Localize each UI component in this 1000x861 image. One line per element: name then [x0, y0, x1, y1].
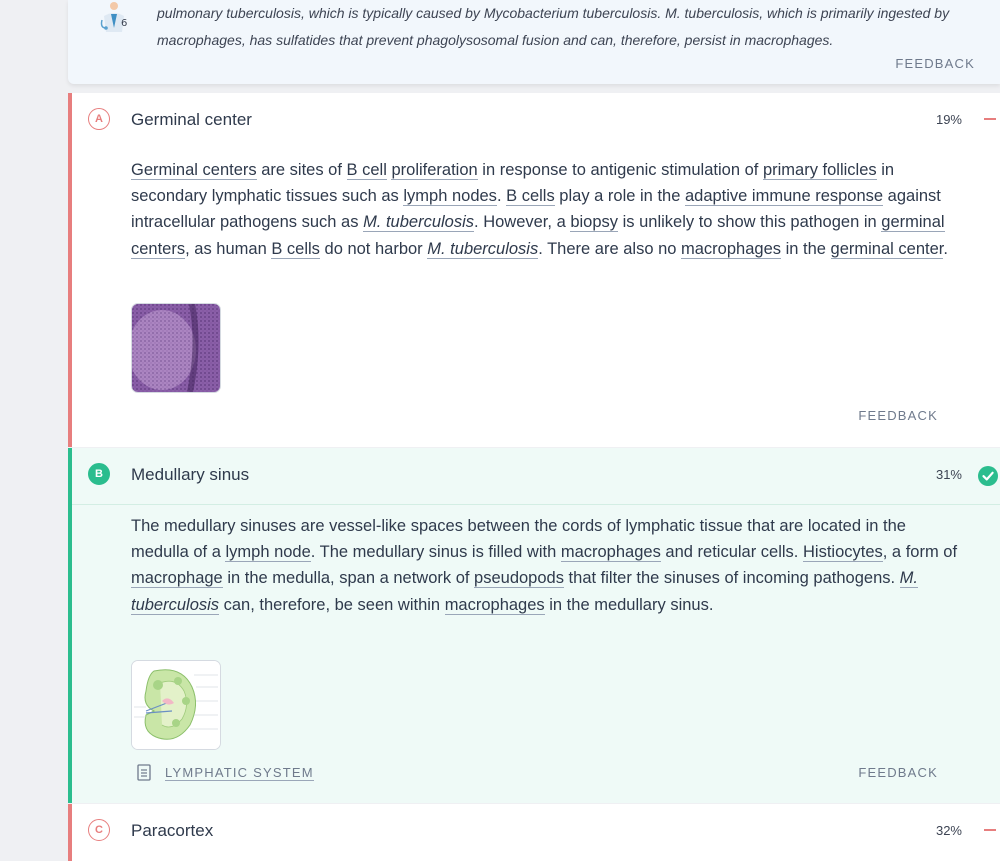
glossary-link[interactable]: Histiocytes	[802, 543, 883, 563]
glossary-link[interactable]: biopsy	[570, 213, 619, 233]
main-explanation-line: macrophages, has sulfatides that prevent…	[157, 32, 834, 48]
histology-image-thumbnail[interactable]	[131, 303, 221, 393]
glossary-link[interactable]: Germinal centers	[131, 161, 257, 180]
choice-letter-badge: A	[88, 108, 110, 130]
glossary-link[interactable]: M. tuberculosis	[363, 213, 475, 233]
minus-icon[interactable]	[984, 829, 996, 831]
answer-choice-b[interactable]: B Medullary sinus 31% The medullary sinu…	[68, 448, 1000, 803]
main-explanation-line: pulmonary tuberculosis, which is typical…	[157, 5, 950, 21]
answer-choice-header[interactable]: B Medullary sinus 31%	[72, 448, 1000, 505]
answer-choice-c[interactable]: C Paracortex 32%	[68, 804, 1000, 861]
glossary-link[interactable]: lymph node	[225, 543, 311, 563]
glossary-link[interactable]: macrophages	[444, 595, 545, 615]
lymph-node-diagram-image	[132, 661, 220, 749]
explanation-text: . There are also no	[538, 239, 682, 258]
explanation-text: in the medullary sinus.	[544, 595, 714, 614]
choice-percentage: 19%	[935, 112, 962, 127]
glossary-link[interactable]: M. tuberculosis	[427, 239, 539, 259]
answer-choice-header[interactable]: C Paracortex 32%	[72, 804, 1000, 860]
choice-letter-badge: B	[88, 463, 110, 485]
glossary-link[interactable]: B cell	[346, 161, 387, 180]
explanation-text: .	[496, 187, 507, 206]
explanation-text: in response to antigenic stimulation of	[477, 161, 763, 179]
choice-percentage: 32%	[935, 823, 962, 838]
choice-label: Germinal center	[131, 110, 252, 129]
glossary-link[interactable]: macrophages	[681, 239, 781, 259]
glossary-link[interactable]: macrophage	[131, 569, 223, 589]
answer-choice-a[interactable]: A Germinal center 19% Germinal centers a…	[68, 93, 1000, 447]
explanation-text: in the medulla, span a network of	[222, 569, 475, 588]
check-circle-icon	[978, 466, 998, 486]
glossary-link[interactable]: B cells	[271, 239, 320, 259]
glossary-link[interactable]: macrophages	[560, 543, 661, 563]
minus-icon[interactable]	[984, 118, 996, 120]
explanation-text: , as human	[185, 239, 272, 258]
choice-letter-badge: C	[88, 819, 110, 841]
explanation-text: are sites of	[256, 161, 347, 179]
explanation-text: play a role in the	[554, 187, 685, 206]
doctor-illustration-icon: 6	[100, 2, 127, 32]
explanation-text: , a form of	[882, 543, 958, 562]
explanation-text: that filter the sinuses of incoming path…	[563, 569, 900, 588]
choice-label: Medullary sinus	[131, 465, 250, 484]
glossary-link[interactable]: pseudopods	[474, 569, 564, 589]
explanation-text: can, therefore, be seen within	[219, 595, 445, 614]
choice-explanation: Germinal centers are sites of B cell pro…	[131, 157, 961, 262]
glossary-link[interactable]: proliferation	[391, 161, 478, 180]
feedback-button[interactable]: FEEDBACK	[895, 56, 975, 71]
main-explanation-card: 6 pulmonary tuberculosis, which is typic…	[68, 0, 1000, 84]
main-explanation-text: pulmonary tuberculosis, which is typical…	[157, 0, 987, 54]
answer-choice-header[interactable]: A Germinal center 19%	[72, 93, 1000, 149]
explanation-text: . However, a	[474, 213, 571, 232]
choice-percentage: 31%	[935, 467, 962, 482]
diagram-image-thumbnail[interactable]	[131, 660, 221, 750]
explanation-text: . The medullary sinus is filled with	[310, 543, 561, 562]
glossary-link[interactable]: germinal center	[830, 239, 944, 259]
glossary-link[interactable]: primary follicles	[762, 161, 877, 180]
glossary-link[interactable]: B cells	[506, 187, 555, 207]
choice-label: Paracortex	[131, 821, 214, 840]
explanation-text: in the	[781, 239, 831, 258]
explanation-text: and reticular cells.	[660, 543, 803, 562]
document-icon	[137, 764, 151, 781]
topic-link-label[interactable]: LYMPHATIC SYSTEM	[165, 765, 314, 781]
choice-explanation: The medullary sinuses are vessel-like sp…	[131, 513, 961, 618]
explanation-text: .	[943, 239, 948, 258]
glossary-link[interactable]: lymph nodes	[403, 187, 497, 207]
svg-text:6: 6	[121, 18, 127, 29]
feedback-button[interactable]: FEEDBACK	[858, 408, 938, 423]
feedback-button[interactable]: FEEDBACK	[858, 765, 938, 780]
explanation-text: do not harbor	[319, 239, 428, 258]
germinal-center-histology-image	[132, 304, 220, 392]
glossary-link[interactable]: adaptive immune response	[684, 187, 884, 207]
explanation-text: is unlikely to show this pathogen in	[618, 213, 882, 232]
